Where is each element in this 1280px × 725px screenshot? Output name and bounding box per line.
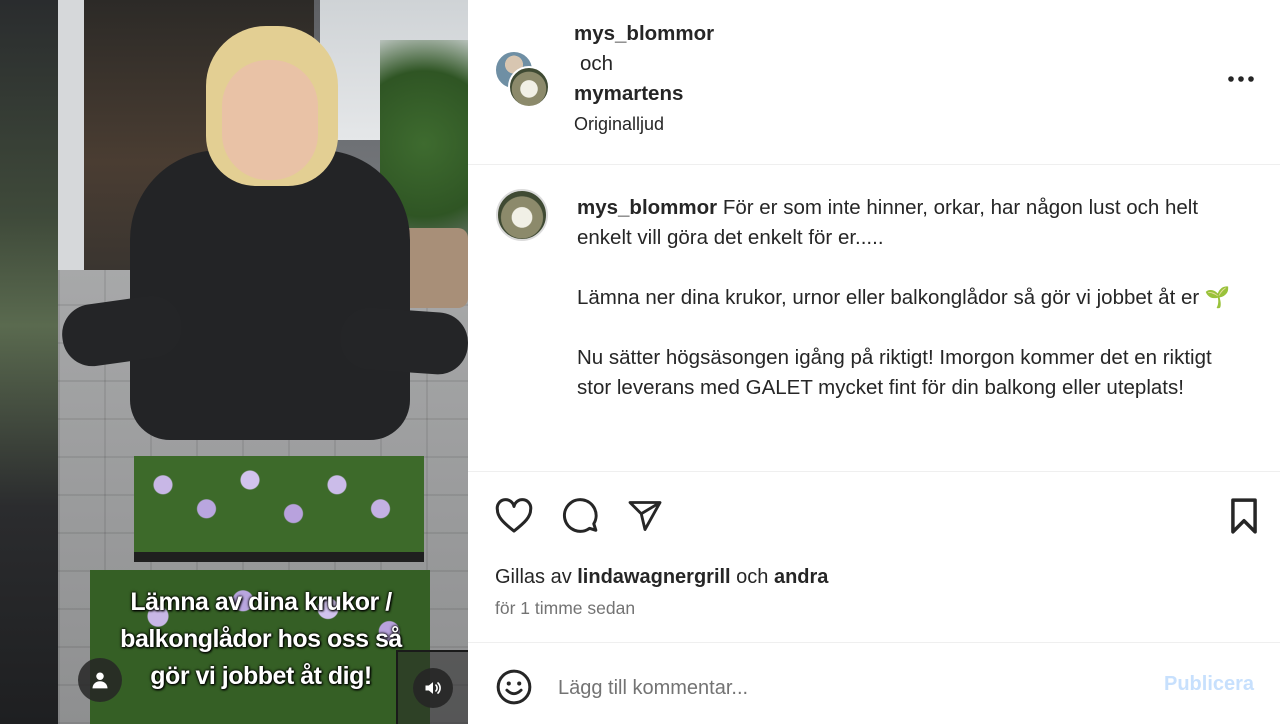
video-scene-edge: [0, 0, 58, 724]
user-icon: [92, 672, 108, 689]
collab-avatars[interactable]: [494, 50, 552, 108]
avatar[interactable]: [496, 189, 548, 241]
video-caption-line: gör vi jobbet åt dig!: [150, 662, 372, 690]
publish-button[interactable]: Publicera: [1164, 673, 1254, 696]
tagged-users-button[interactable]: [78, 658, 122, 702]
video-caption-line: balkonglådor hos oss så: [120, 625, 402, 653]
likes-middle: och: [730, 566, 774, 588]
collaborator-link[interactable]: mymartens: [574, 82, 683, 106]
bookmark-icon: [1231, 498, 1257, 534]
heart-icon: [495, 498, 533, 533]
audio-link[interactable]: Originalljud: [574, 114, 664, 135]
share-button[interactable]: [624, 495, 666, 537]
speaker-icon: [425, 682, 441, 694]
comment-composer: Publicera: [468, 642, 1280, 725]
emoji-button[interactable]: [494, 667, 534, 707]
video-caption-line: Lämna av dina krukor /: [130, 588, 392, 616]
action-bar: [468, 495, 1280, 541]
post-caption: mys_blommor För er som inte hinner, orka…: [577, 193, 1247, 403]
emoji-icon: [496, 669, 532, 705]
more-options-button[interactable]: [1226, 64, 1256, 94]
more-options-icon: [1228, 76, 1254, 82]
caption-section: mys_blommor För er som inte hinner, orka…: [468, 165, 1280, 472]
comment-bubble-icon: [562, 498, 598, 533]
author-link[interactable]: mys_blommor: [574, 22, 714, 46]
liker-link[interactable]: lindawagnergrill: [577, 566, 730, 588]
video-person-face: [222, 60, 318, 180]
caption-text: För er som inte hinner, orkar, har någon…: [577, 196, 1231, 399]
post-video[interactable]: Lämna av dina krukor / balkonglådor hos …: [0, 0, 468, 724]
video-scene-door-frame: [58, 0, 84, 300]
caption-username[interactable]: mys_blommor: [577, 196, 717, 219]
video-flower-box: [134, 456, 424, 562]
like-button[interactable]: [493, 495, 535, 537]
post-timestamp[interactable]: för 1 timme sedan: [495, 598, 635, 619]
avatar: [508, 66, 550, 108]
comment-input[interactable]: [558, 671, 1138, 705]
audio-toggle-inner: [413, 668, 453, 708]
paper-plane-icon: [628, 501, 662, 531]
video-person-body: [130, 150, 410, 440]
likes-prefix: Gillas av: [495, 566, 578, 588]
comment-button[interactable]: [559, 495, 601, 537]
audio-toggle-button[interactable]: [396, 650, 468, 724]
post-details-panel: mys_blommor och mymartens Originalljud m…: [468, 0, 1280, 724]
likes-others-link[interactable]: andra: [774, 566, 828, 588]
author-conjunction: och: [580, 52, 614, 75]
video-person-arm: [337, 305, 468, 377]
post-header: mys_blommor och mymartens Originalljud: [468, 0, 1280, 165]
video-caption-overlay: Lämna av dina krukor / balkonglådor hos …: [88, 584, 434, 695]
likes-summary: Gillas av lindawagnergrill och andra: [495, 566, 828, 589]
save-button[interactable]: [1223, 495, 1265, 537]
